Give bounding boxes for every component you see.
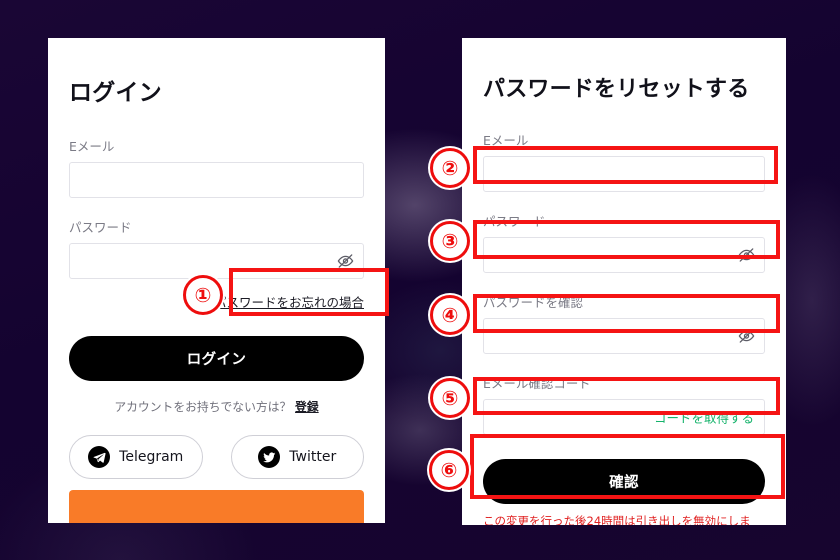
eye-off-icon[interactable] (738, 328, 755, 345)
reset-email-field-group: Eメール (483, 130, 765, 192)
reset-submit-wrap: 確認 (483, 459, 765, 504)
reset-password-field-group: パスワード (483, 211, 765, 273)
step-marker-3: ③ (430, 221, 470, 261)
twitter-login-label: Twitter (289, 449, 337, 465)
login-email-label: Eメール (69, 139, 115, 154)
reset-confirm-password-field-group: パスワードを確認 (483, 292, 765, 354)
telegram-login-label: Telegram (119, 449, 184, 465)
reset-password-input[interactable] (483, 237, 765, 273)
login-email-field-group: Eメール (69, 136, 364, 198)
signup-prompt-text: アカウントをお持ちでない方は？ (114, 400, 292, 414)
twitter-login-button[interactable]: Twitter (230, 435, 364, 479)
reset-email-label: Eメール (483, 133, 529, 148)
eye-off-icon[interactable] (337, 253, 354, 270)
reset-code-label: Eメール確認コード (483, 376, 591, 391)
step-marker-1: ① (183, 275, 223, 315)
telegram-login-button[interactable]: Telegram (69, 435, 203, 479)
reset-email-input[interactable] (483, 156, 765, 192)
login-password-input[interactable] (69, 243, 364, 279)
reset-confirm-password-input-wrap (483, 318, 765, 354)
reset-warning-text: この変更を行った後24時間は引き出しを無効にします。アカウントを保護するためです (483, 514, 751, 525)
step-marker-5: ⑤ (430, 378, 470, 418)
reset-confirm-password-input[interactable] (483, 318, 765, 354)
login-submit-button[interactable]: ログイン (69, 336, 364, 381)
reset-submit-button[interactable]: 確認 (483, 459, 765, 504)
login-email-input-wrap (69, 162, 364, 198)
reset-code-input-wrap: コードを取得する (483, 399, 765, 435)
reset-password-input-wrap (483, 237, 765, 273)
forgot-password-link[interactable]: パスワードをお忘れの場合 (214, 292, 364, 311)
social-login-row: Telegram Twitter (69, 435, 364, 479)
reset-card-content: パスワードをリセットする Eメール パスワード パスワードを確認 Eメール確認コ… (462, 71, 786, 525)
signup-link[interactable]: 登録 (295, 400, 319, 414)
signup-row: アカウントをお持ちでない方は？ 登録 (69, 398, 364, 415)
telegram-icon (88, 446, 111, 468)
eye-off-icon[interactable] (738, 247, 755, 264)
reset-title: パスワードをリセットする (483, 77, 750, 102)
reset-code-field-group: Eメール確認コード コードを取得する (483, 373, 765, 435)
login-title: ログイン (69, 80, 162, 106)
step-marker-2: ② (430, 148, 470, 188)
login-password-field-group: パスワード (69, 217, 364, 279)
login-submit-wrap: ログイン (69, 336, 364, 381)
promo-banner[interactable] (69, 490, 364, 523)
reset-password-label: パスワード (483, 214, 546, 229)
step-marker-4: ④ (430, 295, 470, 335)
login-password-input-wrap (69, 243, 364, 279)
login-password-label: パスワード (69, 220, 132, 235)
reset-confirm-password-label: パスワードを確認 (483, 295, 584, 310)
reset-password-card: パスワードをリセットする Eメール パスワード パスワードを確認 Eメール確認コ… (462, 38, 786, 525)
step-marker-6: ⑥ (429, 450, 469, 490)
reset-email-input-wrap (483, 156, 765, 192)
login-card-content: ログイン Eメール パスワード パスワードをお忘れの場合 ログイン アカウントを… (48, 73, 385, 479)
twitter-icon (258, 446, 281, 468)
get-code-link[interactable]: コードを取得する (654, 408, 754, 427)
login-email-input[interactable] (69, 162, 364, 198)
